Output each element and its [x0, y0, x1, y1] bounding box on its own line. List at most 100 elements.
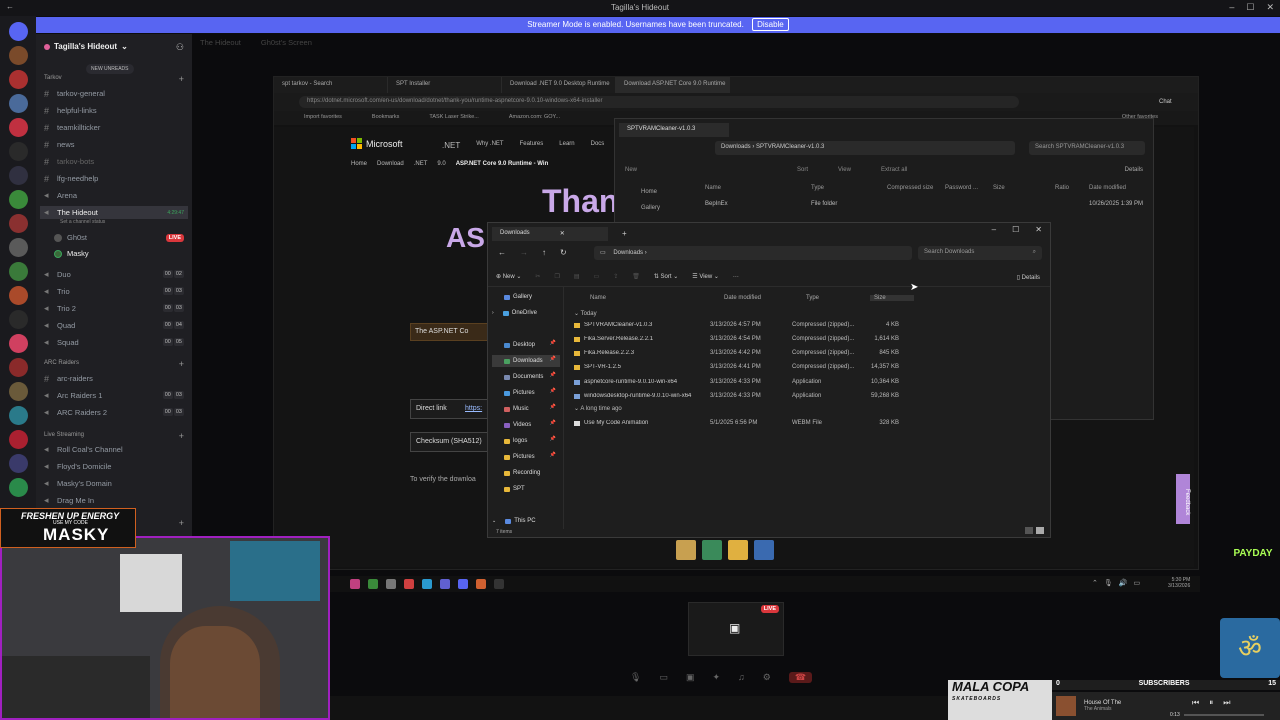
- channel-squad[interactable]: ◂ Squad: [44, 336, 79, 349]
- channel-arc-raiders-2[interactable]: ◂ ARC Raiders 2: [44, 406, 107, 419]
- screen-share-icon[interactable]: ▣: [686, 672, 695, 683]
- battery-icon[interactable]: ▭: [1133, 579, 1140, 587]
- channel-floyd[interactable]: ◂ Floyd's Domicile: [44, 460, 111, 473]
- delete-icon[interactable]: 🗑: [632, 273, 640, 280]
- nav-videos[interactable]: Videos: [504, 419, 531, 431]
- server-icon[interactable]: [9, 142, 28, 161]
- previous-icon[interactable]: ⏮: [1192, 698, 1199, 708]
- nav-gallery[interactable]: Gallery: [504, 291, 532, 303]
- nav-pictures-2[interactable]: Pictures: [504, 451, 535, 463]
- view-button[interactable]: ☰ View ⌄: [692, 273, 719, 280]
- file-row[interactable]: windowsdesktop-runtime-9.0.10-win-x64 3/1…: [574, 390, 914, 402]
- server-icon[interactable]: [9, 334, 28, 353]
- add-channel-icon[interactable]: +: [179, 431, 184, 441]
- server-icon[interactable]: [9, 214, 28, 233]
- search-input[interactable]: Search Downloads ⌕: [918, 246, 1042, 260]
- app-icon[interactable]: [476, 579, 486, 589]
- nav-item[interactable]: Docs: [591, 141, 605, 150]
- file-row[interactable]: aspnetcore-runtime-9.0.10-win-x64 3/13/20…: [574, 376, 914, 388]
- server-icon[interactable]: [9, 478, 28, 497]
- new-tab-icon[interactable]: +: [622, 229, 627, 238]
- activity-icon[interactable]: ✦: [712, 672, 720, 683]
- channel-helpful-links[interactable]: # helpful-links: [44, 104, 97, 117]
- server-icon[interactable]: [9, 406, 28, 425]
- maximize-icon[interactable]: ☐: [1246, 2, 1254, 13]
- mic-icon[interactable]: 🎙: [630, 672, 641, 683]
- nav-onedrive[interactable]: › OneDrive: [492, 307, 537, 319]
- pause-icon[interactable]: ⏸: [1209, 698, 1213, 708]
- minimize-icon[interactable]: –: [992, 225, 996, 234]
- edge-icon[interactable]: [422, 579, 432, 589]
- direct-link[interactable]: https:: [465, 405, 482, 412]
- col-header[interactable]: Date modified: [1089, 185, 1126, 191]
- close-tab-icon[interactable]: ✕: [560, 230, 565, 238]
- speaker-icon[interactable]: 🔊: [1119, 579, 1128, 587]
- file-row[interactable]: SPTVRAMCleaner-v1.0.3 3/13/2026 4:57 PM Co…: [574, 319, 914, 331]
- back-icon[interactable]: ←: [498, 248, 506, 257]
- add-channel-icon[interactable]: +: [179, 518, 184, 528]
- col-header[interactable]: Name: [705, 185, 811, 191]
- channel-teamkillticker[interactable]: # teamkillticker: [44, 121, 100, 134]
- server-icon[interactable]: [9, 70, 28, 89]
- col-name-header[interactable]: Name: [590, 295, 606, 301]
- group-header-today[interactable]: ⌄ Today: [574, 310, 597, 317]
- app-icon[interactable]: [440, 579, 450, 589]
- channel-arc-raiders-1[interactable]: ◂ Arc Raiders 1: [44, 389, 102, 402]
- nav-item[interactable]: Why .NET: [476, 141, 503, 150]
- folder-icon[interactable]: [728, 540, 748, 560]
- server-icon[interactable]: [9, 430, 28, 449]
- disable-button[interactable]: Disable: [752, 18, 789, 31]
- details-button[interactable]: ▯ Details: [1017, 274, 1040, 281]
- close-icon[interactable]: ✕: [1035, 225, 1042, 234]
- chevron-down-icon[interactable]: ⌄: [121, 42, 128, 51]
- favorite-link[interactable]: Bookmarks: [372, 114, 400, 122]
- server-icon[interactable]: [9, 286, 28, 305]
- channel-the-hideout[interactable]: ◂ The Hideout: [40, 206, 188, 219]
- crumb[interactable]: 9.0: [437, 161, 445, 167]
- app-icon[interactable]: [386, 579, 396, 589]
- details-button[interactable]: Details: [1125, 167, 1143, 173]
- category-live-streaming[interactable]: Live Streaming: [44, 432, 84, 438]
- minimize-icon[interactable]: –: [1229, 2, 1234, 13]
- col-header[interactable]: Ratio: [1055, 185, 1089, 191]
- discord-icon[interactable]: [458, 579, 468, 589]
- details-view-icon[interactable]: [1025, 527, 1033, 534]
- share-icon[interactable]: ⇪: [613, 273, 618, 280]
- file-row[interactable]: SPT-VR-1.2.5 3/13/2026 4:41 PM Compressed …: [574, 361, 914, 373]
- camera-icon[interactable]: ▭: [659, 672, 668, 683]
- app-icon[interactable]: [702, 540, 722, 560]
- nav-logos[interactable]: logos: [504, 435, 527, 447]
- server-icon[interactable]: [9, 94, 28, 113]
- feedback-button[interactable]: Feedback: [1176, 474, 1190, 524]
- server-icon[interactable]: [9, 262, 28, 281]
- path-bar[interactable]: ▭ Downloads ›: [594, 246, 912, 260]
- new-unreads-pill[interactable]: NEW UNREADS: [86, 64, 134, 74]
- channel-masky-domain[interactable]: ◂ Masky's Domain: [44, 477, 112, 490]
- paste-icon[interactable]: ▤: [574, 273, 580, 280]
- favorite-link[interactable]: Import favorites: [304, 114, 342, 122]
- favorite-link[interactable]: TASK Laser Strike...: [429, 114, 478, 122]
- browser-tab-active[interactable]: Download ASP.NET Core 9.0 Runtime: [616, 77, 730, 93]
- voice-user-gh0st[interactable]: Gh0st: [54, 231, 87, 244]
- nav-gallery[interactable]: Gallery: [641, 205, 660, 211]
- group-header-old[interactable]: ⌄ A long time ago: [574, 405, 622, 412]
- browser-tab[interactable]: spt tarkov - Search: [274, 77, 388, 93]
- up-icon[interactable]: ↑: [542, 248, 546, 257]
- nav-brand[interactable]: .NET: [442, 141, 460, 150]
- browser-tab[interactable]: SPT Installer: [388, 77, 502, 93]
- nav-item[interactable]: Learn: [559, 141, 574, 150]
- app-icon[interactable]: [350, 579, 360, 589]
- col-header[interactable]: Password ...: [945, 185, 993, 191]
- server-icon[interactable]: [9, 46, 28, 65]
- xbox-icon[interactable]: [368, 579, 378, 589]
- clock[interactable]: 5:30 PM 3/13/2026: [1168, 577, 1190, 589]
- server-name[interactable]: Tagilla's Hideout: [54, 42, 117, 51]
- chevron-up-icon[interactable]: ⌃: [1092, 579, 1098, 587]
- sort-button[interactable]: Sort: [797, 167, 808, 173]
- file-row[interactable]: Fika.Release.2.2.3 3/13/2026 4:42 PM Compr…: [574, 347, 914, 359]
- channel-news[interactable]: # news: [44, 138, 75, 151]
- explorer-tab[interactable]: SPTVRAMCleaner-v1.0.3: [619, 123, 729, 137]
- channel-duo[interactable]: ◂ Duo: [44, 268, 71, 281]
- more-icon[interactable]: ···: [733, 274, 739, 280]
- server-icon[interactable]: [9, 358, 28, 377]
